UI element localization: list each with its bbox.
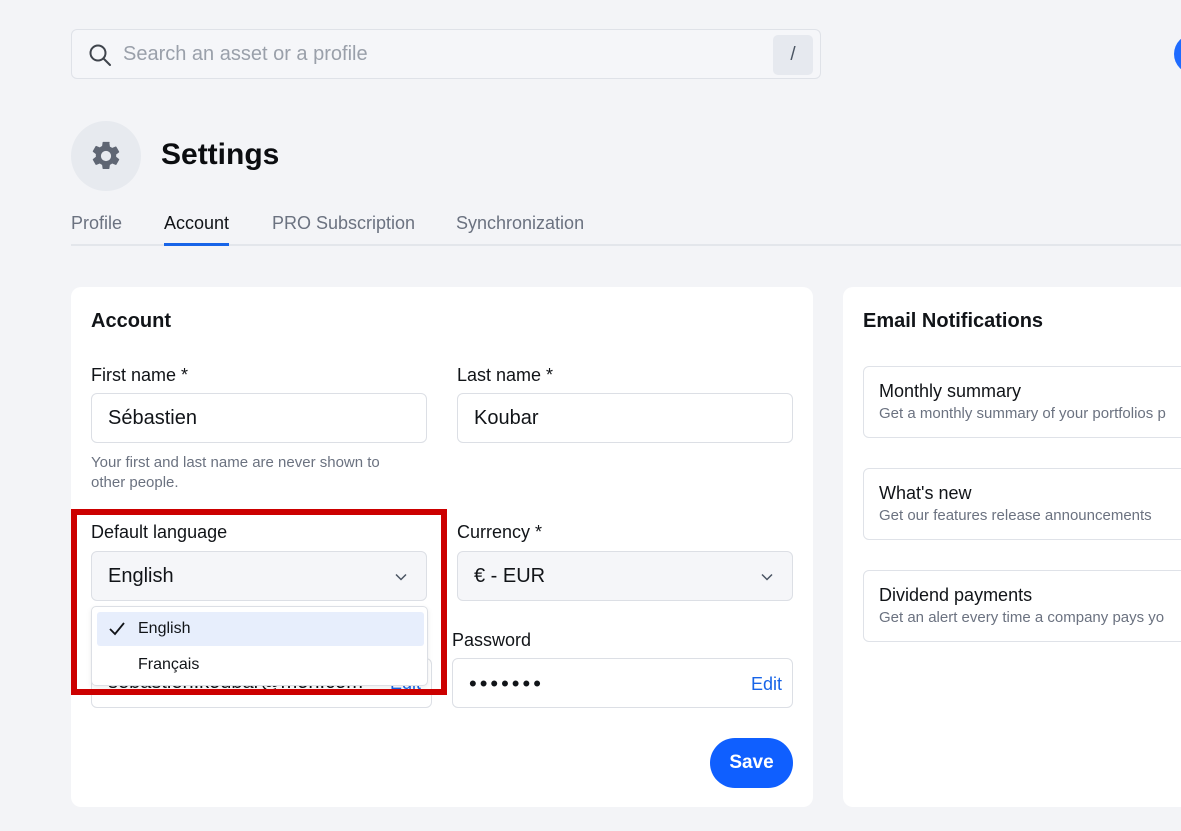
tab-synchronization[interactable]: Synchronization [456, 213, 584, 246]
currency-select-value: € - EUR [474, 565, 546, 587]
currency-select[interactable]: € - EUR [457, 551, 793, 601]
name-help-line-2: other people. [91, 474, 179, 491]
notification-description: Get our features release announcements [879, 507, 1152, 524]
notification-title: Dividend payments [879, 585, 1033, 605]
language-option-label: English [138, 620, 191, 637]
language-select[interactable]: English [91, 551, 427, 601]
save-button[interactable]: Save [710, 738, 793, 788]
language-label: Default language [91, 522, 228, 542]
name-help-text: Your first and last name are never shown… [91, 453, 380, 493]
search-placeholder: Search an asset or a profile [123, 43, 368, 65]
notification-title: What's new [879, 483, 972, 503]
chevron-down-icon [395, 573, 407, 581]
check-icon [109, 622, 125, 636]
notifications-card [843, 287, 1181, 807]
notification-description: Get an alert every time a company pays y… [879, 609, 1165, 626]
name-help-line-1: Your first and last name are never shown… [91, 454, 380, 471]
notifications-title: Email Notifications [863, 310, 1044, 332]
password-edit-link[interactable]: Edit [751, 674, 782, 695]
first-name-label: First name * [91, 365, 189, 385]
last-name-label: Last name * [457, 365, 554, 385]
settings-tabs: Profile Account PRO Subscription Synchro… [71, 210, 1181, 246]
language-select-value: English [108, 565, 174, 587]
tab-account[interactable]: Account [164, 213, 230, 246]
currency-label: Currency * [457, 522, 543, 542]
notification-dividend-payments[interactable]: Dividend payments Get an alert every tim… [863, 570, 1181, 642]
password-value: ••••••• [469, 671, 544, 696]
notification-monthly-summary[interactable]: Monthly summary Get a monthly summary of… [863, 366, 1181, 438]
language-option-francais[interactable]: Français [97, 648, 424, 682]
account-card-title: Account [91, 310, 171, 332]
tab-pro-subscription[interactable]: PRO Subscription [272, 213, 415, 246]
tab-profile[interactable]: Profile [71, 213, 122, 246]
search-shortcut-key: / [773, 35, 813, 75]
search-bar[interactable]: Search an asset or a profile / [71, 29, 821, 79]
gear-icon [92, 141, 120, 170]
avatar[interactable] [1174, 34, 1181, 74]
notification-description: Get a monthly summary of your portfolios… [879, 405, 1166, 422]
language-option-label: Français [138, 656, 200, 673]
chevron-down-icon [761, 573, 773, 581]
notification-title: Monthly summary [879, 381, 1022, 401]
notification-whats-new[interactable]: What's new Get our features release anno… [863, 468, 1181, 540]
last-name-field[interactable]: Koubar [457, 393, 793, 443]
page-title: Settings [161, 138, 280, 171]
search-icon [89, 44, 111, 66]
language-option-english[interactable]: English [97, 612, 424, 646]
first-name-field[interactable]: Sébastien [91, 393, 427, 443]
settings-header-icon [71, 121, 141, 191]
password-label: Password [452, 630, 532, 650]
language-dropdown-menu: English Français [91, 606, 428, 686]
